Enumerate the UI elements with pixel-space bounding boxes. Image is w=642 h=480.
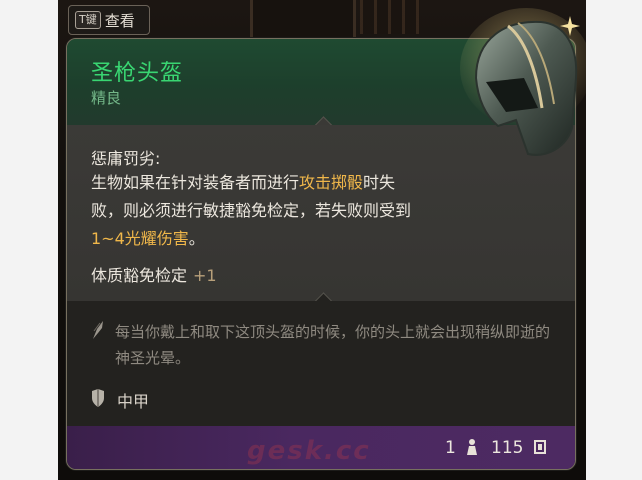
- radiant-damage-keyword[interactable]: 1~4光耀伤害: [91, 229, 189, 248]
- tooltip-footer: gesk.cc 1 115: [67, 426, 575, 469]
- flavor-section: 每当你戴上和取下这顶头盔的时候，你的头上就会出现稍纵即逝的神圣光晕。 中甲: [67, 301, 575, 426]
- passive-description: 生物如果在针对装备者而进行攻击掷骰时失败，则必须进行敏捷豁免检定，若失败则受到1…: [91, 169, 421, 253]
- game-screen: T键 查看 圣枪头盔 精良 惩庸罚劣: 生物如果在针对装备者而进行攻击掷骰时失败…: [0, 0, 642, 480]
- item-name: 圣枪头盔: [91, 61, 184, 86]
- stat-label: 体质豁免检定: [91, 266, 188, 285]
- item-price: 115: [491, 438, 524, 458]
- quill-icon: [93, 321, 103, 339]
- background-doorframe: [250, 0, 356, 40]
- weight-icon: [467, 439, 477, 455]
- gold-coin-icon: [534, 440, 546, 454]
- armor-type: 中甲: [117, 392, 150, 411]
- left-margin: [0, 0, 58, 480]
- passive-desc-text-3: 。: [188, 229, 205, 248]
- watermark: gesk.cc: [247, 436, 371, 466]
- right-margin: [586, 0, 642, 480]
- item-weight: 1: [445, 438, 456, 458]
- stat-bonus: 体质豁免检定 +1: [91, 262, 217, 286]
- inspect-label: 查看: [104, 11, 135, 30]
- item-rarity: 精良: [91, 89, 122, 107]
- stat-value: +1: [193, 266, 217, 285]
- inspect-keyhint[interactable]: T键 查看: [68, 5, 150, 35]
- flavor-text: 每当你戴上和取下这顶头盔的时候，你的头上就会出现稍纵即逝的神圣光晕。: [115, 323, 551, 367]
- keycap-t: T键: [75, 11, 101, 29]
- passive-desc-text: 生物如果在针对装备者而进行: [91, 173, 300, 192]
- background-window: [360, 0, 420, 34]
- shield-icon: [92, 389, 104, 407]
- helmet-item-image: [460, 8, 586, 156]
- attack-roll-keyword[interactable]: 攻击掷骰: [299, 173, 363, 192]
- passive-title: 惩庸罚劣:: [91, 149, 161, 168]
